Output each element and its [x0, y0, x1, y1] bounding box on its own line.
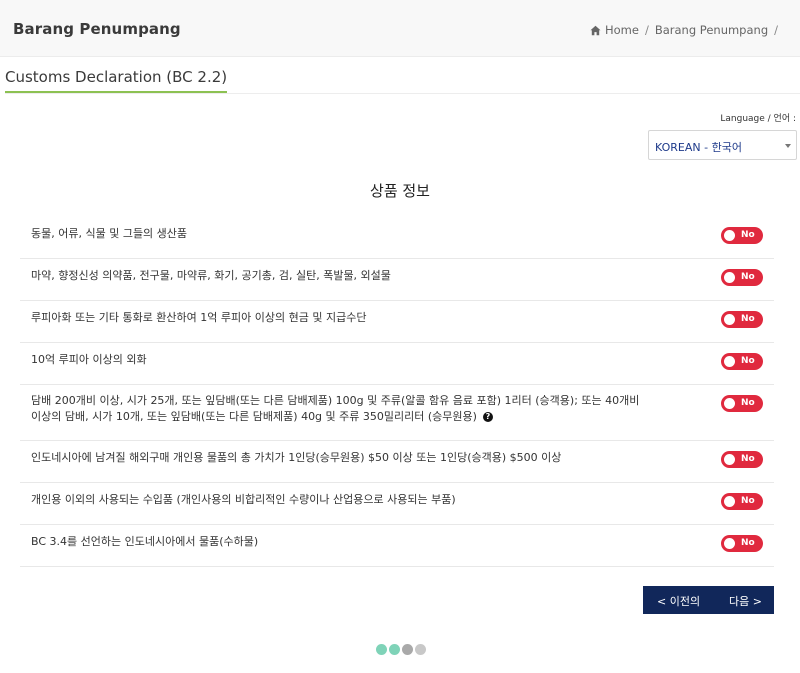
declaration-text: 인도네시아에 남겨질 해외구매 개인용 물품의 총 가치가 1인당(승무원용) … [31, 451, 562, 464]
declaration-toggle[interactable]: No [721, 535, 763, 552]
step-indicator [376, 644, 428, 655]
home-icon[interactable] [590, 25, 601, 36]
declaration-toggle[interactable]: No [721, 311, 763, 328]
section-header: Customs Declaration (BC 2.2) [5, 68, 800, 94]
nav-button-group: < 이전의 다음 > [643, 586, 774, 614]
declaration-row: 마약, 향정신성 의약품, 전구물, 마약류, 화기, 공기총, 검, 실탄, … [20, 259, 774, 301]
declaration-row: 루피아화 또는 기타 통화로 환산하여 1억 루피아 이상의 현금 및 지급수단… [20, 301, 774, 343]
declaration-row: 10억 루피아 이상의 외화 No [20, 343, 774, 385]
declaration-toggle[interactable]: No [721, 353, 763, 370]
step-dot [376, 644, 387, 655]
toggle-knob [724, 398, 735, 409]
declaration-text: 마약, 향정신성 의약품, 전구물, 마약류, 화기, 공기총, 검, 실탄, … [31, 269, 391, 282]
declaration-text: 담배 200개비 이상, 시가 25개, 또는 잎담배(또는 다른 담배제품) … [31, 394, 640, 423]
declaration-row: BC 3.4를 선언하는 인도네시아에서 물품(수하물) No [20, 525, 774, 567]
language-label: Language / 언어 : [720, 114, 796, 124]
question-circle-icon[interactable]: ? [482, 412, 493, 422]
declaration-text: BC 3.4를 선언하는 인도네시아에서 물품(수하물) [31, 535, 259, 548]
declaration-toggle[interactable]: No [721, 269, 763, 286]
declaration-text-wrap: 담배 200개비 이상, 시가 25개, 또는 잎담배(또는 다른 담배제품) … [31, 393, 651, 425]
section-title: Customs Declaration (BC 2.2) [5, 68, 228, 93]
caret-down-icon [785, 144, 791, 148]
app-title: Barang Penumpang [13, 20, 181, 38]
declaration-text: 루피아화 또는 기타 통화로 환산하여 1억 루피아 이상의 현금 및 지급수단 [31, 311, 367, 324]
toggle-knob [724, 230, 735, 241]
declaration-toggle[interactable]: No [721, 451, 763, 468]
step-dot [402, 644, 413, 655]
toggle-knob [724, 314, 735, 325]
declaration-list: 동물, 어류, 식물 및 그들의 생산품 No 마약, 향정신성 의약품, 전구… [20, 217, 774, 567]
declaration-toggle[interactable]: No [721, 227, 763, 244]
toggle-label: No [741, 398, 755, 408]
step-dot [415, 644, 426, 655]
breadcrumb-home[interactable]: Home [605, 23, 639, 37]
declaration-text: 동물, 어류, 식물 및 그들의 생산품 [31, 227, 188, 240]
toggle-label: No [741, 538, 755, 548]
toggle-label: No [741, 272, 755, 282]
toggle-label: No [741, 454, 755, 464]
declaration-text: 10억 루피아 이상의 외화 [31, 353, 147, 366]
form-title: 상품 정보 [370, 182, 430, 200]
language-selected-value: KOREAN - 한국어 [655, 141, 742, 154]
breadcrumb-current[interactable]: Barang Penumpang [655, 23, 768, 37]
toggle-knob [724, 454, 735, 465]
breadcrumb-separator: / [644, 23, 649, 37]
declaration-row: 동물, 어류, 식물 및 그들의 생산품 No [20, 217, 774, 259]
breadcrumb-separator: / [774, 23, 778, 37]
declaration-text: 개인용 이외의 사용되는 수입품 (개인사용의 비합리적인 수량이나 산업용으로… [31, 493, 456, 506]
toggle-label: No [741, 356, 755, 366]
declaration-row: 담배 200개비 이상, 시가 25개, 또는 잎담배(또는 다른 담배제품) … [20, 385, 774, 441]
declaration-row: 인도네시아에 남겨질 해외구매 개인용 물품의 총 가치가 1인당(승무원용) … [20, 441, 774, 483]
declaration-toggle[interactable]: No [721, 395, 763, 412]
toggle-label: No [741, 230, 755, 240]
declaration-toggle[interactable]: No [721, 493, 763, 510]
toggle-label: No [741, 314, 755, 324]
toggle-knob [724, 496, 735, 507]
step-dot [389, 644, 400, 655]
breadcrumb: Home / Barang Penumpang / [590, 23, 784, 37]
toggle-knob [724, 272, 735, 283]
top-bar: Barang Penumpang Home / Barang Penumpang… [0, 0, 800, 57]
next-button[interactable]: 다음 > [729, 593, 762, 609]
toggle-knob [724, 538, 735, 549]
declaration-row: 개인용 이외의 사용되는 수입품 (개인사용의 비합리적인 수량이나 산업용으로… [20, 483, 774, 525]
toggle-label: No [741, 496, 755, 506]
toggle-knob [724, 356, 735, 367]
language-select[interactable]: KOREAN - 한국어 [648, 130, 797, 160]
previous-button[interactable]: < 이전의 [657, 593, 700, 609]
